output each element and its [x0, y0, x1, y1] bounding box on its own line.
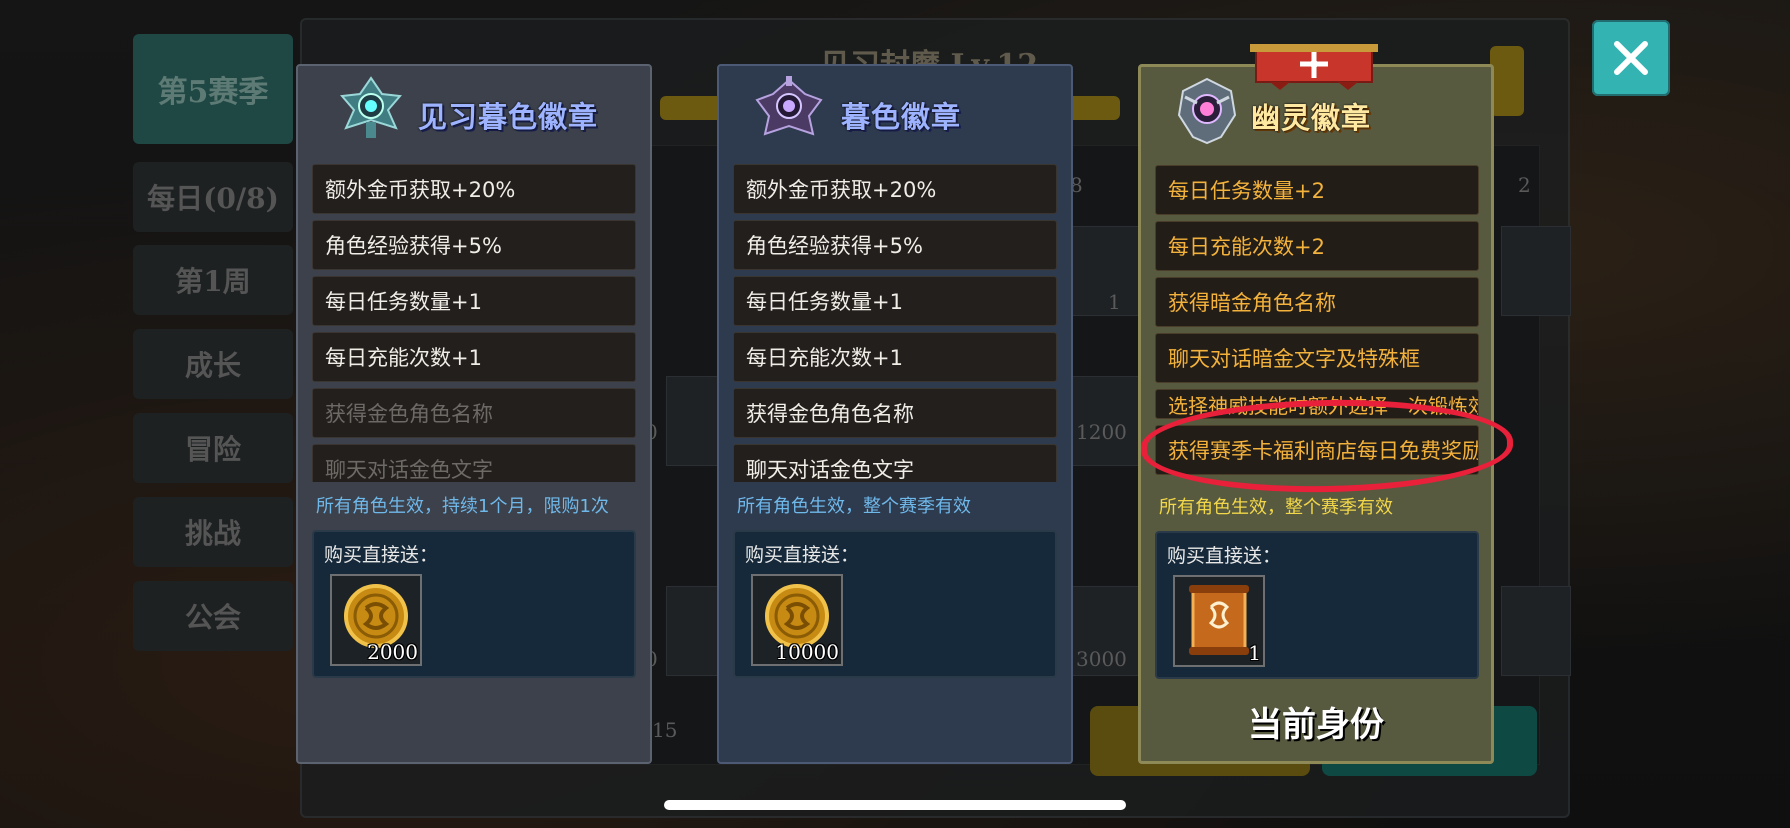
background-reward-slot [1071, 226, 1141, 316]
background-number: 1 [1108, 290, 1121, 314]
gift-count: 1 [1248, 641, 1261, 665]
benefit-item: 额外金币获取+20% [733, 164, 1057, 214]
gift-box: 购买直接送： 2000 [312, 530, 636, 678]
apprentice-twilight-emblem-icon [340, 76, 402, 138]
benefit-list: 额外金币获取+20% 角色经验获得+5% 每日任务数量+1 每日充能次数+1 获… [733, 164, 1057, 482]
card-note: 所有角色生效，整个赛季有效 [1159, 497, 1393, 518]
benefit-item: 每日任务数量+1 [312, 276, 636, 326]
gift-label: 购买直接送： [745, 544, 860, 566]
background-number: 1200 [1076, 420, 1127, 444]
gift-count: 10000 [775, 640, 839, 664]
tab-adventure[interactable]: 冒险 [133, 413, 293, 483]
twilight-emblem-icon [755, 76, 823, 136]
gift-count: 2000 [367, 640, 418, 664]
background-number: 15 [652, 718, 678, 742]
current-badge-ribbon-icon [1250, 44, 1378, 90]
background-yellow-element [1490, 46, 1524, 116]
benefit-item: 聊天对话金色文字 [733, 444, 1057, 482]
benefit-item: 聊天对话暗金文字及特殊框 [1155, 333, 1479, 383]
tab-challenge[interactable]: 挑战 [133, 497, 293, 567]
tab-guild[interactable]: 公会 [133, 581, 293, 651]
background-reward-slot [1501, 226, 1571, 316]
gift-label: 购买直接送： [1167, 545, 1282, 567]
benefit-item: 每日任务数量+1 [733, 276, 1057, 326]
benefit-item: 获得暗金角色名称 [1155, 277, 1479, 327]
benefit-item: 每日任务数量+2 [1155, 165, 1479, 215]
background-number: 2 [1518, 173, 1531, 197]
card-title: 幽灵徽章 [1251, 101, 1372, 135]
benefit-item: 每日充能次数+2 [1155, 221, 1479, 271]
badge-card-twilight[interactable]: 暮色徽章 额外金币获取+20% 角色经验获得+5% 每日任务数量+1 每日充能次… [717, 64, 1073, 764]
gift-item[interactable]: 2000 [330, 574, 422, 666]
card-note: 所有角色生效，整个赛季有效 [737, 496, 971, 517]
benefit-item: 额外金币获取+20% [312, 164, 636, 214]
badge-card-apprentice-twilight[interactable]: 见习暮色徽章 额外金币获取+20% 角色经验获得+5% 每日任务数量+1 每日充… [296, 64, 652, 764]
benefit-list: 额外金币获取+20% 角色经验获得+5% 每日任务数量+1 每日充能次数+1 获… [312, 164, 636, 482]
background-number: 3000 [1076, 647, 1127, 671]
close-button[interactable] [1592, 20, 1670, 96]
benefit-item: 每日充能次数+1 [312, 332, 636, 382]
gift-box: 购买直接送： 10000 [733, 530, 1057, 678]
tab-daily[interactable]: 每日(0/8) [133, 162, 293, 232]
gift-item[interactable]: 1 [1173, 575, 1265, 667]
benefit-item-locked: 聊天对话金色文字 [312, 444, 636, 482]
benefit-item: 角色经验获得+5% [733, 220, 1057, 270]
home-indicator [664, 800, 1126, 810]
card-header: 暮色徽章 [719, 66, 1071, 166]
gift-box: 购买直接送： 1 [1155, 531, 1479, 679]
gift-label: 购买直接送： [324, 544, 439, 566]
background-reward-slot [1501, 586, 1571, 676]
tab-week-1[interactable]: 第1周 [133, 245, 293, 315]
season-tab[interactable]: 第5赛季 [133, 34, 293, 144]
card-header: 见习暮色徽章 [298, 66, 650, 166]
benefit-item: 每日充能次数+1 [733, 332, 1057, 382]
tab-growth[interactable]: 成长 [133, 329, 293, 399]
gift-item[interactable]: 10000 [751, 574, 843, 666]
benefit-item: 角色经验获得+5% [312, 220, 636, 270]
card-title: 见习暮色徽章 [418, 100, 599, 134]
current-status-label: 当前身份 [1248, 705, 1384, 745]
card-note: 所有角色生效，持续1个月，限购1次 [316, 496, 609, 517]
close-icon [1614, 41, 1648, 75]
benefit-item-locked: 获得金色角色名称 [312, 388, 636, 438]
benefit-item: 获得金色角色名称 [733, 388, 1057, 438]
card-title: 暮色徽章 [841, 100, 962, 134]
ghost-emblem-icon [1177, 77, 1237, 145]
